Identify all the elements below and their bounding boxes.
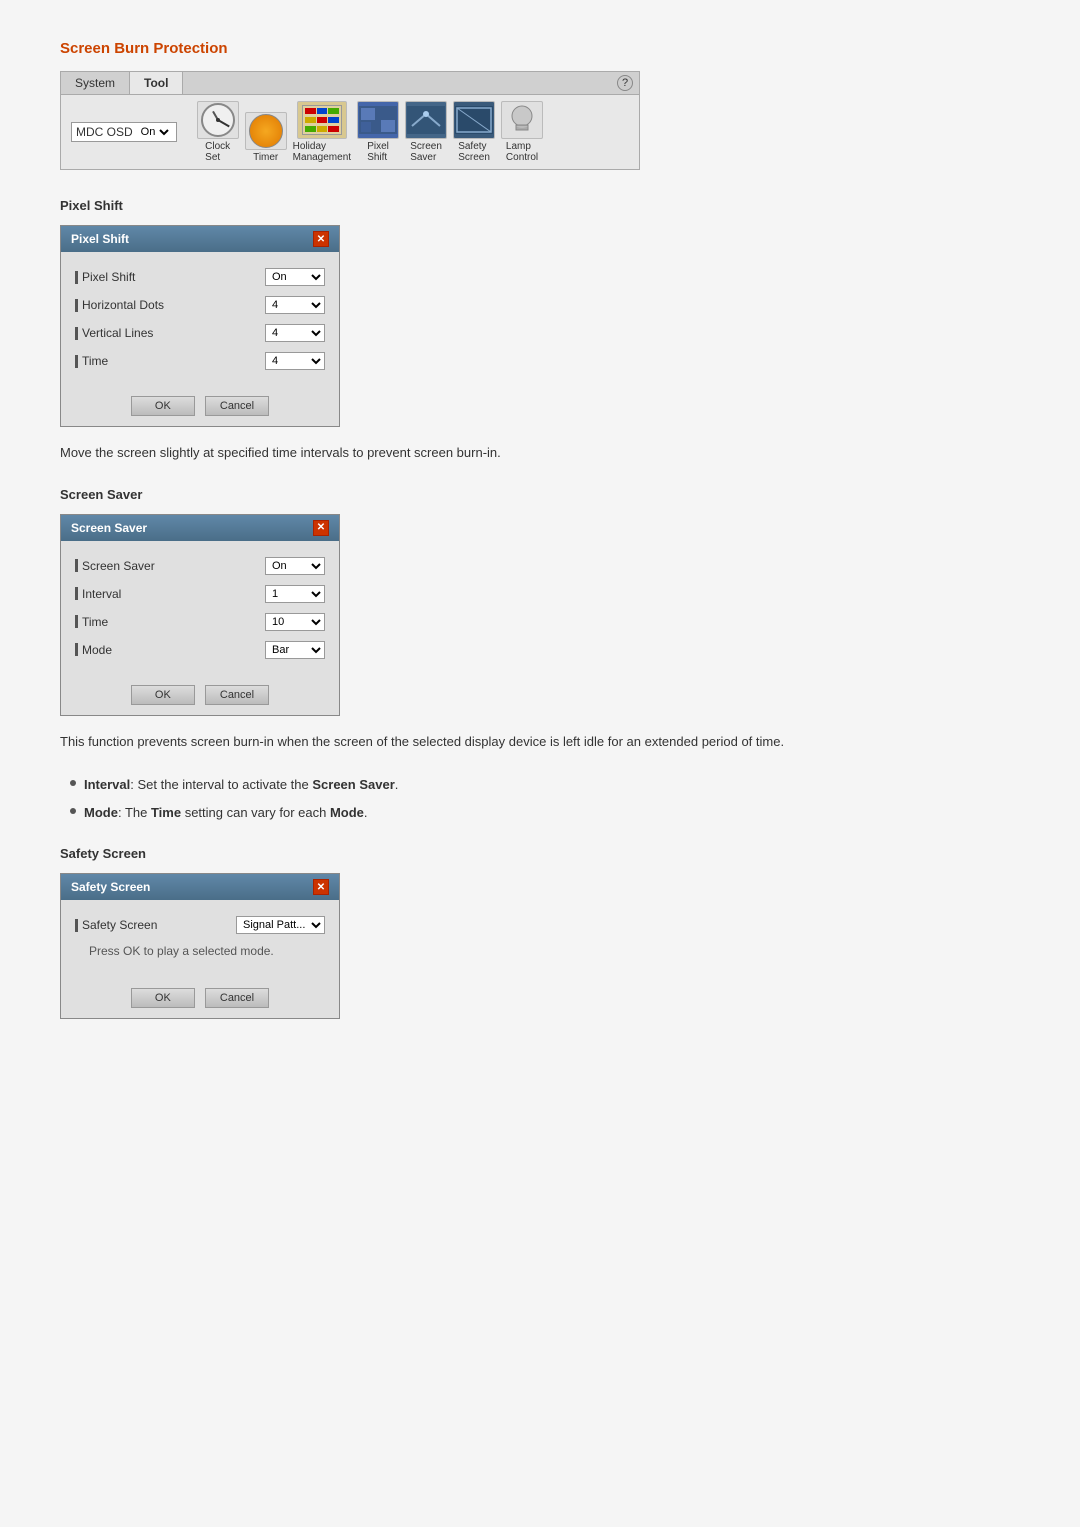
label-bar (75, 615, 78, 628)
safety-screen-select-0[interactable]: Signal Patt...ScrollFade (236, 916, 325, 934)
toolbar-panel: System Tool ? MDC OSD On Off (60, 71, 640, 170)
toolbar-icon-holiday-management[interactable]: HolidayManagement (293, 101, 351, 163)
screen-saver-ok-button[interactable]: OK (131, 685, 195, 705)
bullet-interval-colon: : Set the interval to activate the (130, 777, 312, 792)
safety-screen-row-0: Safety Screen Signal Patt...ScrollFade (75, 916, 325, 934)
pixel-shift-row-2: Vertical Lines 1234 (75, 324, 325, 342)
tab-system[interactable]: System (61, 72, 130, 94)
safety-screen-close-button[interactable]: ✕ (313, 879, 329, 895)
ps-label-2: Vertical Lines (82, 326, 153, 340)
label-bar (75, 587, 78, 600)
bullet-mode: Mode: The Time setting can vary for each… (70, 803, 1020, 823)
pixel-shift-label: PixelShift (367, 141, 389, 163)
toolbar-icon-timer[interactable]: Timer (245, 112, 287, 163)
ss-label-3: Mode (82, 643, 112, 657)
pixel-shift-close-button[interactable]: ✕ (313, 231, 329, 247)
pixel-shift-dialog-title: Pixel Shift (71, 232, 129, 246)
bullet-dot (70, 780, 76, 786)
tab-tool[interactable]: Tool (130, 72, 183, 94)
toolbar-icon-lamp-control[interactable]: LampControl (501, 101, 543, 163)
bullet-mode-term3: Mode (330, 805, 364, 820)
safety-screen-section-title: Safety Screen (60, 846, 1020, 861)
pixel-shift-dialog: Pixel Shift ✕ Pixel Shift On Off Horizon… (60, 225, 340, 427)
screen-saver-row-1: Interval 123 (75, 585, 325, 603)
ss-select-0[interactable]: OnOff (265, 557, 325, 575)
safety-screen-cancel-button[interactable]: Cancel (205, 988, 269, 1008)
ps-label-1: Horizontal Dots (82, 298, 164, 312)
bullet-dot (70, 808, 76, 814)
pixel-shift-row-3: Time 1234 (75, 352, 325, 370)
lamp-control-label: LampControl (506, 141, 538, 163)
ss-label-2: Time (82, 615, 108, 629)
screen-saver-row-2: Time 5101520 (75, 613, 325, 631)
mdc-osd-control: MDC OSD On Off (71, 122, 177, 142)
timer-label: Timer (253, 152, 278, 163)
safety-screen-dialog-title: Safety Screen (71, 880, 150, 894)
toolbar-icon-pixel-shift[interactable]: PixelShift (357, 101, 399, 163)
holiday-management-label: HolidayManagement (293, 141, 351, 163)
toolbar-icon-safety-screen[interactable]: SafetyScreen (453, 101, 495, 163)
screen-saver-dialog-title: Screen Saver (71, 521, 147, 535)
pixel-shift-ok-button[interactable]: OK (131, 396, 195, 416)
clock-set-label: ClockSet (205, 141, 230, 163)
screen-saver-section: Screen Saver Screen Saver ✕ Screen Saver… (60, 487, 1020, 823)
pixel-shift-section: Pixel Shift Pixel Shift ✕ Pixel Shift On… (60, 198, 1020, 463)
label-bar (75, 559, 78, 572)
ss-select-1[interactable]: 123 (265, 585, 325, 603)
ss-label-1: Interval (82, 587, 121, 601)
screen-saver-dialog: Screen Saver ✕ Screen Saver OnOff Interv… (60, 514, 340, 716)
ss-select-3[interactable]: BarEraserPixel (265, 641, 325, 659)
screen-saver-label: ScreenSaver (410, 141, 442, 163)
pixel-shift-row-1: Horizontal Dots 1234 (75, 296, 325, 314)
safety-screen-note: Press OK to play a selected mode. (89, 944, 325, 958)
label-bar (75, 271, 78, 284)
safty-label-0: Safety Screen (82, 918, 157, 932)
safety-screen-section: Safety Screen Safety Screen ✕ Safety Scr… (60, 846, 1020, 1019)
label-bar (75, 355, 78, 368)
screen-saver-cancel-button[interactable]: Cancel (205, 685, 269, 705)
screen-saver-close-button[interactable]: ✕ (313, 520, 329, 536)
help-button[interactable]: ? (617, 75, 633, 91)
toolbar-icon-screen-saver[interactable]: ScreenSaver (405, 101, 447, 163)
safety-screen-dialog: Safety Screen ✕ Safety Screen Signal Pat… (60, 873, 340, 1019)
label-bar (75, 327, 78, 340)
bullet-interval: Interval: Set the interval to activate t… (70, 775, 1020, 795)
ps-label-0: Pixel Shift (82, 270, 135, 284)
ss-select-2[interactable]: 5101520 (265, 613, 325, 631)
ps-select-3[interactable]: 1234 (265, 352, 325, 370)
screen-saver-row-0: Screen Saver OnOff (75, 557, 325, 575)
safety-screen-label: SafetyScreen (458, 141, 490, 163)
bullet-mode-term: Mode (84, 805, 118, 820)
label-bar (75, 919, 78, 932)
ps-select-0[interactable]: On Off (265, 268, 325, 286)
bullet-mode-term2: Time (151, 805, 181, 820)
pixel-shift-cancel-button[interactable]: Cancel (205, 396, 269, 416)
pixel-shift-row-0: Pixel Shift On Off (75, 268, 325, 286)
bullet-interval-term: Interval (84, 777, 130, 792)
toolbar-icon-clock-set[interactable]: ClockSet (197, 101, 239, 163)
bullet-interval-term2: Screen Saver (312, 777, 394, 792)
label-bar (75, 299, 78, 312)
page-title: Screen Burn Protection (60, 40, 1020, 57)
mdc-osd-label: MDC OSD (76, 125, 133, 139)
ss-label-0: Screen Saver (82, 559, 155, 573)
mdc-osd-select[interactable]: On Off (137, 125, 172, 139)
pixel-shift-description: Move the screen slightly at specified ti… (60, 443, 1020, 463)
ps-label-3: Time (82, 354, 108, 368)
screen-saver-bullets: Interval: Set the interval to activate t… (70, 775, 1020, 822)
screen-saver-section-title: Screen Saver (60, 487, 1020, 502)
screen-saver-row-3: Mode BarEraserPixel (75, 641, 325, 659)
pixel-shift-section-title: Pixel Shift (60, 198, 1020, 213)
ps-select-1[interactable]: 1234 (265, 296, 325, 314)
safety-screen-ok-button[interactable]: OK (131, 988, 195, 1008)
screen-saver-description: This function prevents screen burn-in wh… (60, 732, 1020, 752)
ps-select-2[interactable]: 1234 (265, 324, 325, 342)
bullet-mode-colon: : The (118, 805, 151, 820)
label-bar (75, 643, 78, 656)
